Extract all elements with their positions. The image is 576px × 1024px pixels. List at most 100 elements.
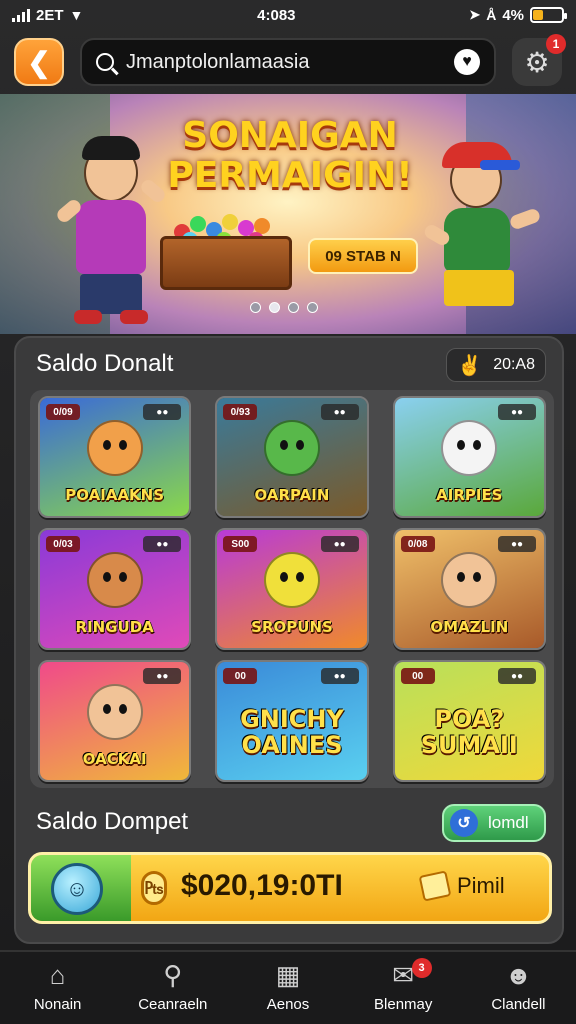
banner-title: SONAIGAN PERMAIGIN! — [167, 115, 413, 196]
game-tag: 00 — [400, 668, 435, 684]
game-title: GNICHY OAINES — [240, 705, 344, 759]
game-card[interactable]: S00 ●● SROPUNS — [215, 528, 369, 650]
game-card[interactable]: 00 ●● POA? SUMAII — [392, 660, 546, 782]
wifi-icon: ▼ — [69, 7, 84, 23]
banner-cta-button[interactable]: 09 STAB N — [308, 238, 418, 274]
back-button[interactable]: ❮ — [14, 38, 64, 86]
game-tag: 00 — [223, 668, 258, 684]
game-mascot — [86, 552, 143, 608]
nav-badge: 3 — [411, 958, 432, 978]
clock: 4:083 — [257, 6, 296, 24]
game-title: SROPUNS — [251, 618, 333, 636]
game-card[interactable]: 0/93 ●● OARPAIN — [215, 396, 369, 518]
wallet-bar[interactable]: ☺ ₧ $020,19:0TI Pimil — [28, 852, 552, 924]
game-tag: 0/08 — [400, 536, 435, 552]
bottom-nav: ⌂ Nonain ⚲ Ceanraeln ▦ Aenos ✉ Blenmay 3 ☻ Clandel… — [0, 950, 576, 1024]
game-title: RINGUDA — [75, 618, 154, 636]
banner-character-left — [54, 134, 168, 334]
location-icon: ➤ — [469, 7, 481, 22]
wallet-title: Saldo Dompet — [36, 808, 189, 835]
ticket-icon — [418, 870, 452, 902]
notification-badge: 1 — [546, 34, 566, 54]
signal-icon — [12, 8, 30, 22]
carousel-dot[interactable] — [307, 302, 318, 313]
game-title: OMAZLIN — [430, 618, 509, 636]
wallet-action-button[interactable]: Pimil — [418, 870, 505, 902]
info-icon: ●● — [320, 404, 359, 420]
nav-item-aenos[interactable]: ▦ Aenos — [230, 952, 345, 1024]
banner-character-right — [420, 138, 542, 334]
games-grid: 0/09 ●● POAIAAKNS 0/93 ●● OARPAIN ●● AIRPIES 0/0… — [30, 390, 554, 788]
heart-icon[interactable]: ♥ — [454, 49, 480, 75]
game-mascot — [441, 420, 498, 476]
info-icon: ●● — [143, 536, 182, 552]
game-mascot — [86, 684, 143, 740]
nav-item-ceanraeln[interactable]: ⚲ Ceanraeln — [115, 952, 230, 1024]
game-mascot — [441, 552, 498, 608]
nav-item-blenmay[interactable]: ✉ Blenmay 3 — [346, 952, 461, 1024]
game-title: POAIAAKNS — [65, 486, 165, 504]
game-mascot — [86, 420, 143, 476]
search-text: Jmanptolonlamaasia — [126, 50, 310, 73]
nav-item-nonain[interactable]: ⌂ Nonain — [0, 952, 115, 1024]
info-icon: ●● — [320, 668, 359, 684]
game-mascot — [263, 420, 320, 476]
game-card[interactable]: 00 ●● GNICHY OAINES — [215, 660, 369, 782]
nav-label: Aenos — [266, 996, 310, 1013]
wallet-mascot: ☺ — [31, 855, 131, 921]
game-tag: S00 — [223, 536, 258, 552]
game-tag: 0/93 — [223, 404, 258, 420]
game-title: AIRPIES — [436, 486, 503, 504]
game-card[interactable]: 0/09 ●● POAIAAKNS — [38, 396, 192, 518]
status-bar: 2ET ▼ 4:083 ➤ Å 4% — [0, 0, 576, 30]
gear-icon: ⚙ — [524, 46, 550, 78]
balance-pill[interactable]: ✌ 20:A8 — [446, 348, 546, 382]
promo-banner[interactable]: SONAIGAN PERMAIGIN! 09 STAB N — [0, 94, 576, 334]
topup-label: lomdl — [488, 813, 529, 832]
info-icon: ●● — [143, 668, 182, 684]
game-card[interactable]: ●● AIRPIES — [392, 396, 546, 518]
game-card[interactable]: ●● OACKAI — [38, 660, 192, 782]
game-mascot — [263, 552, 320, 608]
search-input[interactable]: Jmanptolonlamaasia ♥ — [80, 38, 496, 86]
search-icon — [96, 53, 114, 71]
nav-label: Blenmay — [374, 996, 433, 1013]
games-panel: Saldo Donalt ✌ 20:A8 0/09 ●● POAIAAKNS 0/93… — [14, 336, 564, 944]
treasure-chest-image — [160, 210, 292, 290]
game-title: POA? SUMAII — [420, 705, 518, 759]
info-icon: ●● — [497, 668, 536, 684]
chevron-left-icon: ❮ — [27, 46, 51, 78]
bluetooth-icon: Å — [486, 7, 497, 23]
nav-item-clandell[interactable]: ☻ Clandell — [461, 952, 576, 1024]
game-title: OACKAI — [82, 750, 147, 768]
thumbs-up-icon: ✌ — [457, 354, 482, 377]
carousel-dot[interactable] — [250, 302, 261, 313]
game-card[interactable]: 0/08 ●● OMAZLIN — [392, 528, 546, 650]
info-icon: ●● — [320, 536, 359, 552]
settings-button[interactable]: ⚙ 1 — [512, 34, 566, 86]
refresh-icon: ↺ — [450, 809, 478, 837]
carrier-label: 2ET — [36, 6, 64, 24]
carousel-dot[interactable] — [269, 302, 280, 313]
nav-label: Clandell — [491, 996, 546, 1013]
topup-button[interactable]: ↺ lomdl — [442, 804, 546, 842]
info-icon: ●● — [497, 404, 536, 420]
nav-label: Nonain — [33, 996, 82, 1013]
wallet-action-label: Pimil — [457, 873, 505, 898]
user-icon: ☻ — [504, 959, 533, 990]
smiley-icon: ☺ — [51, 863, 103, 915]
balance-value: 20:A8 — [493, 356, 535, 373]
coin-icon: ₧ — [141, 871, 167, 905]
game-card[interactable]: 0/03 ●● RINGUDA — [38, 528, 192, 650]
nav-label: Ceanraeln — [138, 996, 208, 1013]
games-section-title: Saldo Donalt — [36, 350, 174, 377]
battery-fill — [533, 10, 543, 20]
info-icon: ●● — [143, 404, 182, 420]
info-icon: ●● — [497, 536, 536, 552]
game-tag: 0/09 — [46, 404, 80, 420]
search-icon: ⚲ — [163, 959, 183, 990]
app-screen: 2ET ▼ 4:083 ➤ Å 4% ❮ Jmanptolonlamaasia … — [0, 0, 576, 1024]
carousel-dot[interactable] — [288, 302, 299, 313]
home-icon: ⌂ — [49, 959, 66, 990]
game-tag: 0/03 — [46, 536, 80, 552]
